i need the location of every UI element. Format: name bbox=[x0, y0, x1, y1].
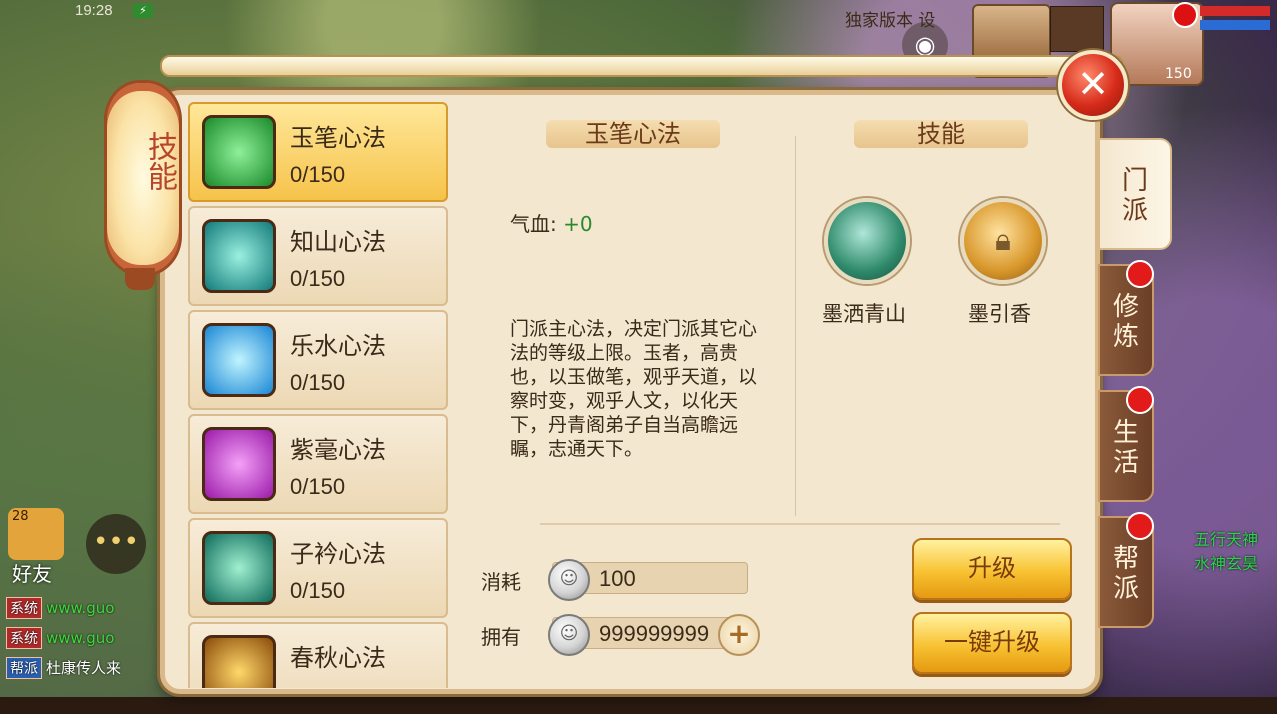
player-level: 150 bbox=[1165, 66, 1192, 82]
skill-level: 0/150 bbox=[290, 266, 346, 291]
water-swirl-icon bbox=[202, 323, 276, 397]
detail-title: 玉笔心法 bbox=[528, 116, 738, 152]
skill-list-item[interactable]: 乐水心法 0/150 bbox=[188, 310, 448, 410]
hp-bar bbox=[1200, 6, 1270, 16]
divider bbox=[540, 523, 1060, 525]
skill-name: 玉笔心法 bbox=[290, 124, 386, 152]
skill-name: 乐水心法 bbox=[290, 332, 386, 360]
mp-bar bbox=[1200, 20, 1270, 30]
divider bbox=[795, 136, 796, 516]
skills-header-text: 技能 bbox=[917, 120, 965, 148]
stat-value: +0 bbox=[563, 212, 593, 236]
skill-level: 0/150 bbox=[290, 578, 346, 603]
panel-title-lantern: 技能 bbox=[104, 80, 182, 276]
skill-list-item[interactable]: 知山心法 0/150 bbox=[188, 206, 448, 306]
chat-line[interactable]: 系统 www.guo bbox=[6, 597, 114, 619]
battery-icon: ⚡ bbox=[133, 4, 153, 18]
notification-dot-icon bbox=[1126, 386, 1154, 414]
consume-label: 消耗 bbox=[481, 570, 521, 594]
chat-text: www.guo bbox=[46, 629, 115, 647]
skill-level: 0/150 bbox=[290, 370, 346, 395]
skill-name: 知山心法 bbox=[290, 228, 386, 256]
skill-list-item[interactable]: 春秋心法 bbox=[188, 622, 448, 688]
lock-icon[interactable]: 🔒︎ bbox=[960, 198, 1046, 284]
skill-list[interactable]: 玉笔心法 0/150 知山心法 0/150 乐水心法 0/150 紫毫心法 0/… bbox=[186, 98, 448, 688]
skill-list-item[interactable]: 玉笔心法 0/150 bbox=[188, 102, 448, 202]
stat-row: 气血: +0 bbox=[510, 208, 593, 237]
skill-name: 春秋心法 bbox=[290, 644, 386, 672]
tab-life[interactable]: 生活 bbox=[1098, 386, 1154, 502]
panel-title: 技能 bbox=[142, 131, 177, 191]
lantern-tassel-icon bbox=[125, 268, 155, 290]
skill-badge-name: 墨引香 bbox=[968, 302, 1031, 326]
silver-coin-icon: ☺ bbox=[548, 559, 590, 601]
detail-title-text: 玉笔心法 bbox=[585, 120, 681, 148]
chat-channel-tag: 系统 bbox=[6, 627, 42, 649]
notification-dot-icon bbox=[1126, 260, 1154, 288]
npc-name: 水神玄昊 bbox=[1194, 554, 1259, 573]
skill-list-item[interactable]: 紫毫心法 0/150 bbox=[188, 414, 448, 514]
ink-brush-icon[interactable] bbox=[824, 198, 910, 284]
friends-level: 28 bbox=[12, 509, 29, 524]
upgrade-all-button[interactable]: 一键升级 bbox=[912, 612, 1072, 674]
own-label: 拥有 bbox=[481, 625, 521, 649]
spring-autumn-icon bbox=[202, 635, 276, 688]
chat-channel-tag: 帮派 bbox=[6, 657, 42, 679]
skill-badge-name: 墨洒青山 bbox=[822, 302, 906, 326]
panel-scroll-bar bbox=[160, 55, 1124, 77]
tab-guild[interactable]: 帮派 bbox=[1098, 512, 1154, 628]
clock-time: 19:28 bbox=[75, 2, 113, 19]
jade-brush-icon bbox=[202, 115, 276, 189]
chat-text: www.guo bbox=[46, 599, 115, 617]
npc-name: 五行天神 bbox=[1194, 530, 1259, 549]
skill-level: 0/150 bbox=[290, 162, 346, 187]
stat-label: 气血: bbox=[510, 212, 564, 236]
chat-line[interactable]: 帮派 杜康传人来 bbox=[6, 657, 121, 679]
silver-coin-icon: ☺ bbox=[548, 614, 590, 656]
notification-dot-icon bbox=[1172, 2, 1198, 28]
chat-text: 杜康传人来 bbox=[46, 659, 122, 677]
skills-header: 技能 bbox=[836, 116, 1046, 152]
skill-name: 紫毫心法 bbox=[290, 436, 386, 464]
notification-dot-icon bbox=[1126, 512, 1154, 540]
tab-cultivation[interactable]: 修炼 bbox=[1098, 260, 1154, 376]
upgrade-button[interactable]: 升级 bbox=[912, 538, 1072, 600]
close-button[interactable]: ✕ bbox=[1058, 50, 1128, 120]
tab-label: 门派 bbox=[1121, 166, 1148, 226]
experience-bar bbox=[0, 697, 1277, 714]
skill-level: 0/150 bbox=[290, 474, 346, 499]
mountain-icon bbox=[202, 219, 276, 293]
chat-bubble-icon[interactable]: ••• bbox=[86, 514, 146, 574]
chat-channel-tag: 系统 bbox=[6, 597, 42, 619]
skill-description: 门派主心法，决定门派其它心法的等级上限。玉者，高贵也，以玉做笔，观乎天道，以察时… bbox=[510, 318, 758, 460]
pet-status-bars bbox=[1050, 6, 1104, 52]
chat-line[interactable]: 系统 www.guo bbox=[6, 627, 114, 649]
ribbon-brush-icon bbox=[202, 531, 276, 605]
purple-brush-icon bbox=[202, 427, 276, 501]
skill-name: 子衿心法 bbox=[290, 540, 386, 568]
tab-sect[interactable]: 门派 bbox=[1098, 138, 1172, 250]
add-currency-button[interactable]: + bbox=[718, 614, 760, 656]
skill-list-item[interactable]: 子衿心法 0/150 bbox=[188, 518, 448, 618]
friends-label: 好友 bbox=[12, 562, 52, 586]
